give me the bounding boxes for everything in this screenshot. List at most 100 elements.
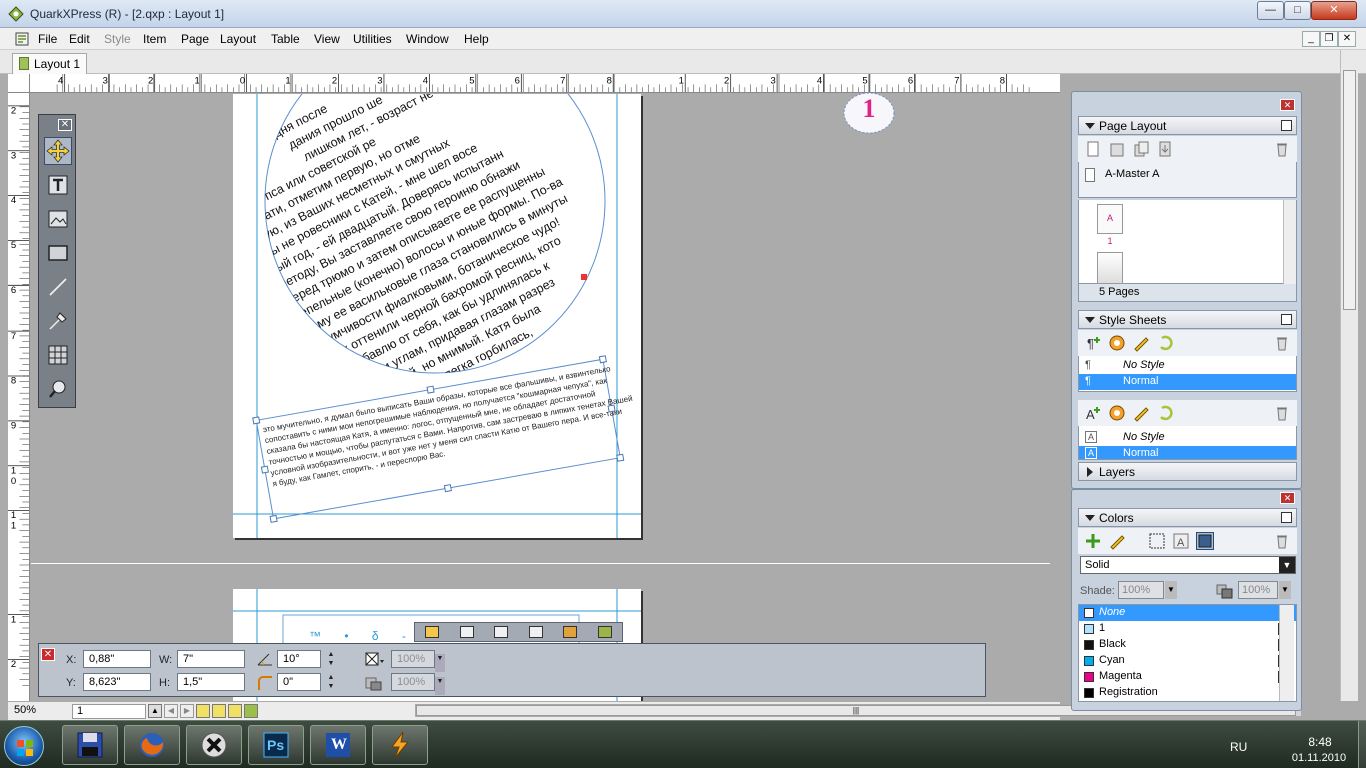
color-item-1[interactable]: 1 [1079, 621, 1296, 637]
taskbar-firefox[interactable] [124, 725, 180, 765]
color-item-cyan[interactable]: Cyan [1079, 653, 1296, 669]
new-paragraph-style-icon[interactable]: ¶ [1084, 334, 1102, 352]
opacity-dropdown-1[interactable]: ▼ [435, 654, 445, 672]
x-field[interactable]: 0,88" [83, 650, 151, 668]
new-color-icon[interactable] [1084, 532, 1102, 550]
export-icon[interactable] [244, 704, 258, 718]
document-icon[interactable] [14, 31, 30, 47]
new-character-style-icon[interactable]: A [1084, 404, 1102, 422]
page-1-thumbnail[interactable]: A [1097, 204, 1123, 234]
taskbar-photoshop[interactable]: Ps [248, 725, 304, 765]
opacity-field-1[interactable]: 100% [391, 650, 435, 668]
color-mode-select[interactable]: Solid ▼ [1080, 556, 1296, 574]
document-close-button[interactable]: ✕ [1338, 31, 1356, 47]
angle-field[interactable]: 10° [277, 650, 321, 668]
bezier-pen-tool[interactable] [44, 307, 72, 335]
update-style-icon[interactable] [1156, 334, 1174, 352]
classic-tab-icon[interactable] [425, 626, 440, 638]
palette-menu-icon[interactable] [1281, 512, 1292, 523]
delete-char-style-icon[interactable] [1273, 404, 1291, 422]
delete-page-icon[interactable] [1273, 140, 1291, 158]
taskbar-word[interactable]: W [310, 725, 366, 765]
zoom-field[interactable]: 50% [10, 704, 62, 719]
item-tool[interactable] [44, 137, 72, 165]
document-minimize-button[interactable]: _ [1302, 31, 1320, 47]
delete-color-icon[interactable] [1273, 532, 1291, 550]
view-mode-icon-3[interactable] [228, 704, 242, 718]
vertical-scroll-thumb[interactable] [1343, 70, 1356, 310]
y-field[interactable]: 8,623" [83, 673, 151, 691]
list-item[interactable]: A No Style [1079, 430, 1296, 446]
menu-item[interactable]: Item [143, 32, 166, 46]
menu-style[interactable]: Style [104, 32, 131, 46]
start-button[interactable] [4, 726, 44, 766]
vertical-scrollbar[interactable] [1340, 50, 1358, 701]
delete-style-icon[interactable] [1273, 334, 1291, 352]
maximize-button[interactable]: □ [1284, 1, 1311, 20]
page-2-text[interactable]: ™ • δ - [309, 629, 416, 643]
runaround-tab-icon[interactable] [528, 626, 543, 638]
tab-layout-1[interactable]: Layout 1 [12, 53, 87, 74]
edit-color-icon[interactable] [1108, 532, 1126, 550]
frame-tab-icon[interactable] [494, 626, 509, 638]
edit-style-icon[interactable] [1132, 334, 1150, 352]
page-layout-header[interactable]: Page Layout [1078, 116, 1297, 135]
menu-utilities[interactable]: Utilities [353, 32, 392, 46]
update-char-style-icon[interactable] [1156, 404, 1174, 422]
corner-stepper[interactable]: ▲ ▼ [326, 673, 336, 691]
blank-page-icon[interactable] [1084, 140, 1102, 158]
text-overflow-indicator[interactable] [581, 274, 587, 280]
style-sheets-header[interactable]: Style Sheets [1078, 310, 1297, 329]
palette-menu-icon[interactable] [1281, 120, 1292, 131]
tools-close-icon[interactable]: ✕ [58, 119, 72, 131]
close-button[interactable]: ✕ [1311, 1, 1357, 20]
document-restore-button[interactable]: ❐ [1320, 31, 1338, 47]
page-up-icon[interactable]: ▲ [148, 704, 162, 718]
duplicate-page-icon[interactable] [1132, 140, 1150, 158]
page-number-field[interactable]: 1 [72, 704, 146, 719]
color-item-magenta[interactable]: Magenta [1079, 669, 1296, 685]
blank-facing-page-icon[interactable] [1108, 140, 1126, 158]
palette-group-close-icon[interactable]: ✕ [1280, 99, 1295, 111]
colors-close-icon[interactable]: ✕ [1280, 492, 1295, 504]
color-item-registration[interactable]: Registration [1079, 685, 1296, 701]
menu-help[interactable]: Help [464, 32, 489, 46]
layers-header[interactable]: Layers [1078, 462, 1297, 481]
view-mode-icon-2[interactable] [212, 704, 226, 718]
edit-char-style-icon[interactable] [1132, 404, 1150, 422]
drop-shadow-tab-icon[interactable] [597, 626, 612, 638]
text-content-tool[interactable] [44, 171, 72, 199]
page-2-thumbnail[interactable] [1097, 252, 1123, 284]
list-item[interactable]: A Normal [1079, 446, 1296, 459]
clock-date[interactable]: 01.11.2010 [1284, 752, 1354, 764]
table-tool[interactable] [44, 341, 72, 369]
opacity-field[interactable]: 100% [1238, 581, 1278, 599]
menu-file[interactable]: File [38, 32, 57, 46]
minimize-button[interactable]: — [1257, 1, 1284, 20]
angle-stepper[interactable]: ▲ ▼ [326, 650, 336, 668]
opacity-field-2[interactable]: 100% [391, 673, 435, 691]
text-tab-icon[interactable] [459, 626, 474, 638]
color-item-black[interactable]: Black [1079, 637, 1296, 653]
box-color-icon[interactable] [365, 652, 385, 666]
taskbar-floppy-app[interactable] [62, 725, 118, 765]
color-item-none[interactable]: None [1079, 605, 1296, 621]
language-indicator[interactable]: RU [1230, 740, 1247, 754]
previous-page-icon[interactable]: ◀ [164, 704, 178, 718]
measurements-close-icon[interactable]: ✕ [41, 648, 55, 661]
list-item[interactable]: ¶ Normal [1079, 374, 1296, 390]
master-a-item[interactable]: A-Master A [1105, 168, 1159, 180]
zoom-tool[interactable] [44, 375, 72, 403]
menu-table[interactable]: Table [271, 32, 300, 46]
horizontal-ruler[interactable]: 4 3 2 1 0 1 2 3 4 5 6 7 8 1 2 3 4 5 6 7 8 [30, 74, 1060, 93]
height-field[interactable]: 1,5" [177, 673, 245, 691]
rectangle-box-tool[interactable] [44, 239, 72, 267]
menu-window[interactable]: Window [406, 32, 449, 46]
show-desktop-button[interactable] [1358, 721, 1366, 768]
vertical-ruler[interactable]: 23456789101112 [8, 93, 30, 701]
duplicate-char-style-icon[interactable] [1108, 404, 1126, 422]
menu-edit[interactable]: Edit [69, 32, 90, 46]
clip-tab-icon[interactable] [563, 626, 578, 638]
view-mode-icon-1[interactable] [196, 704, 210, 718]
colors-header[interactable]: Colors [1078, 508, 1297, 527]
